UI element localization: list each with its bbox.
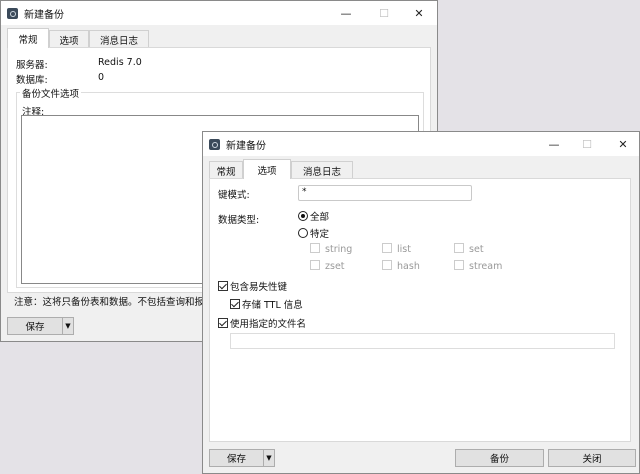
window-title: 新建备份	[226, 140, 266, 152]
maximize-icon[interactable]: ☐	[369, 1, 399, 25]
radio-all-icon	[298, 211, 308, 221]
key-pattern-label: 键模式:	[218, 190, 250, 201]
checkbox-icon	[310, 243, 320, 253]
window-title: 新建备份	[24, 9, 64, 21]
app-icon	[209, 138, 220, 150]
close-icon[interactable]: ✕	[404, 1, 434, 25]
tab-message-log[interactable]: 消息日志	[89, 30, 149, 48]
backup-button[interactable]: 备份	[455, 449, 544, 467]
checkbox-icon	[454, 260, 464, 270]
note-text: 注意：这将只备份表和数据。不包括查询和报表	[14, 297, 214, 308]
type-zset-checkbox[interactable]: zset	[310, 260, 345, 272]
tab-options[interactable]: 选项	[49, 30, 89, 48]
save-button[interactable]: 保存	[209, 449, 264, 467]
store-ttl-checkbox[interactable]: 存储 TTL 信息	[230, 297, 303, 311]
checkbox-label: 包含易失性键	[230, 282, 288, 293]
server-label: 服务器:	[16, 60, 48, 71]
db-label: 数据库:	[16, 75, 48, 86]
type-label: hash	[397, 261, 420, 272]
checkbox-icon	[310, 260, 320, 270]
close-icon[interactable]: ✕	[608, 132, 638, 156]
type-label: string	[325, 244, 353, 255]
app-icon	[7, 7, 18, 19]
type-label: list	[397, 244, 411, 255]
tab-panel: 键模式: * 数据类型: 全部 特定 string list set zset …	[209, 178, 631, 442]
key-pattern-value: *	[302, 187, 307, 197]
checkbox-label: 使用指定的文件名	[230, 319, 307, 330]
tab-general[interactable]: 常规	[209, 161, 243, 179]
minimize-icon[interactable]: —	[331, 1, 361, 25]
use-filename-checkbox[interactable]: 使用指定的文件名	[218, 316, 306, 330]
checkbox-icon	[230, 299, 240, 309]
db-value: 0	[98, 72, 105, 83]
checkbox-icon	[382, 243, 392, 253]
filename-input[interactable]	[230, 333, 615, 349]
key-pattern-input[interactable]: *	[298, 185, 472, 201]
front-window: 新建备份 — ☐ ✕ 常规 选项 消息日志 键模式: * 数据类型: 全部 特定…	[202, 131, 640, 474]
type-set-checkbox[interactable]: set	[454, 243, 484, 255]
checkbox-icon	[454, 243, 464, 253]
type-label: stream	[469, 261, 503, 272]
tab-message-log[interactable]: 消息日志	[291, 161, 353, 179]
type-string-checkbox[interactable]: string	[310, 243, 352, 255]
radio-specific[interactable]: 特定	[298, 226, 329, 240]
close-button[interactable]: 关闭	[548, 449, 636, 467]
minimize-icon[interactable]: —	[539, 132, 569, 156]
type-label: set	[469, 244, 484, 255]
save-button[interactable]: 保存	[7, 317, 63, 335]
type-list-checkbox[interactable]: list	[382, 243, 411, 255]
checkbox-icon	[218, 281, 228, 291]
tab-options[interactable]: 选项	[243, 159, 291, 179]
type-stream-checkbox[interactable]: stream	[454, 260, 502, 272]
data-type-label: 数据类型:	[218, 215, 260, 226]
type-hash-checkbox[interactable]: hash	[382, 260, 420, 272]
title-bar: 新建备份 — ☐ ✕	[203, 132, 639, 156]
radio-specific-label: 特定	[310, 229, 330, 240]
type-label: zset	[325, 261, 345, 272]
radio-all[interactable]: 全部	[298, 209, 329, 223]
save-dropdown-icon[interactable]: ▼	[62, 317, 74, 335]
checkbox-label: 存储 TTL 信息	[242, 300, 303, 311]
save-dropdown-icon[interactable]: ▼	[263, 449, 275, 467]
checkbox-icon	[218, 318, 228, 328]
tab-general[interactable]: 常规	[7, 28, 49, 48]
maximize-icon[interactable]: ☐	[572, 132, 602, 156]
group-label: 备份文件选项	[20, 86, 82, 100]
radio-specific-icon	[298, 228, 308, 238]
include-volatile-checkbox[interactable]: 包含易失性键	[218, 279, 287, 293]
radio-all-label: 全部	[310, 212, 330, 223]
checkbox-icon	[382, 260, 392, 270]
server-value: Redis 7.0	[98, 57, 142, 68]
title-bar: 新建备份 — ☐ ✕	[1, 1, 437, 25]
